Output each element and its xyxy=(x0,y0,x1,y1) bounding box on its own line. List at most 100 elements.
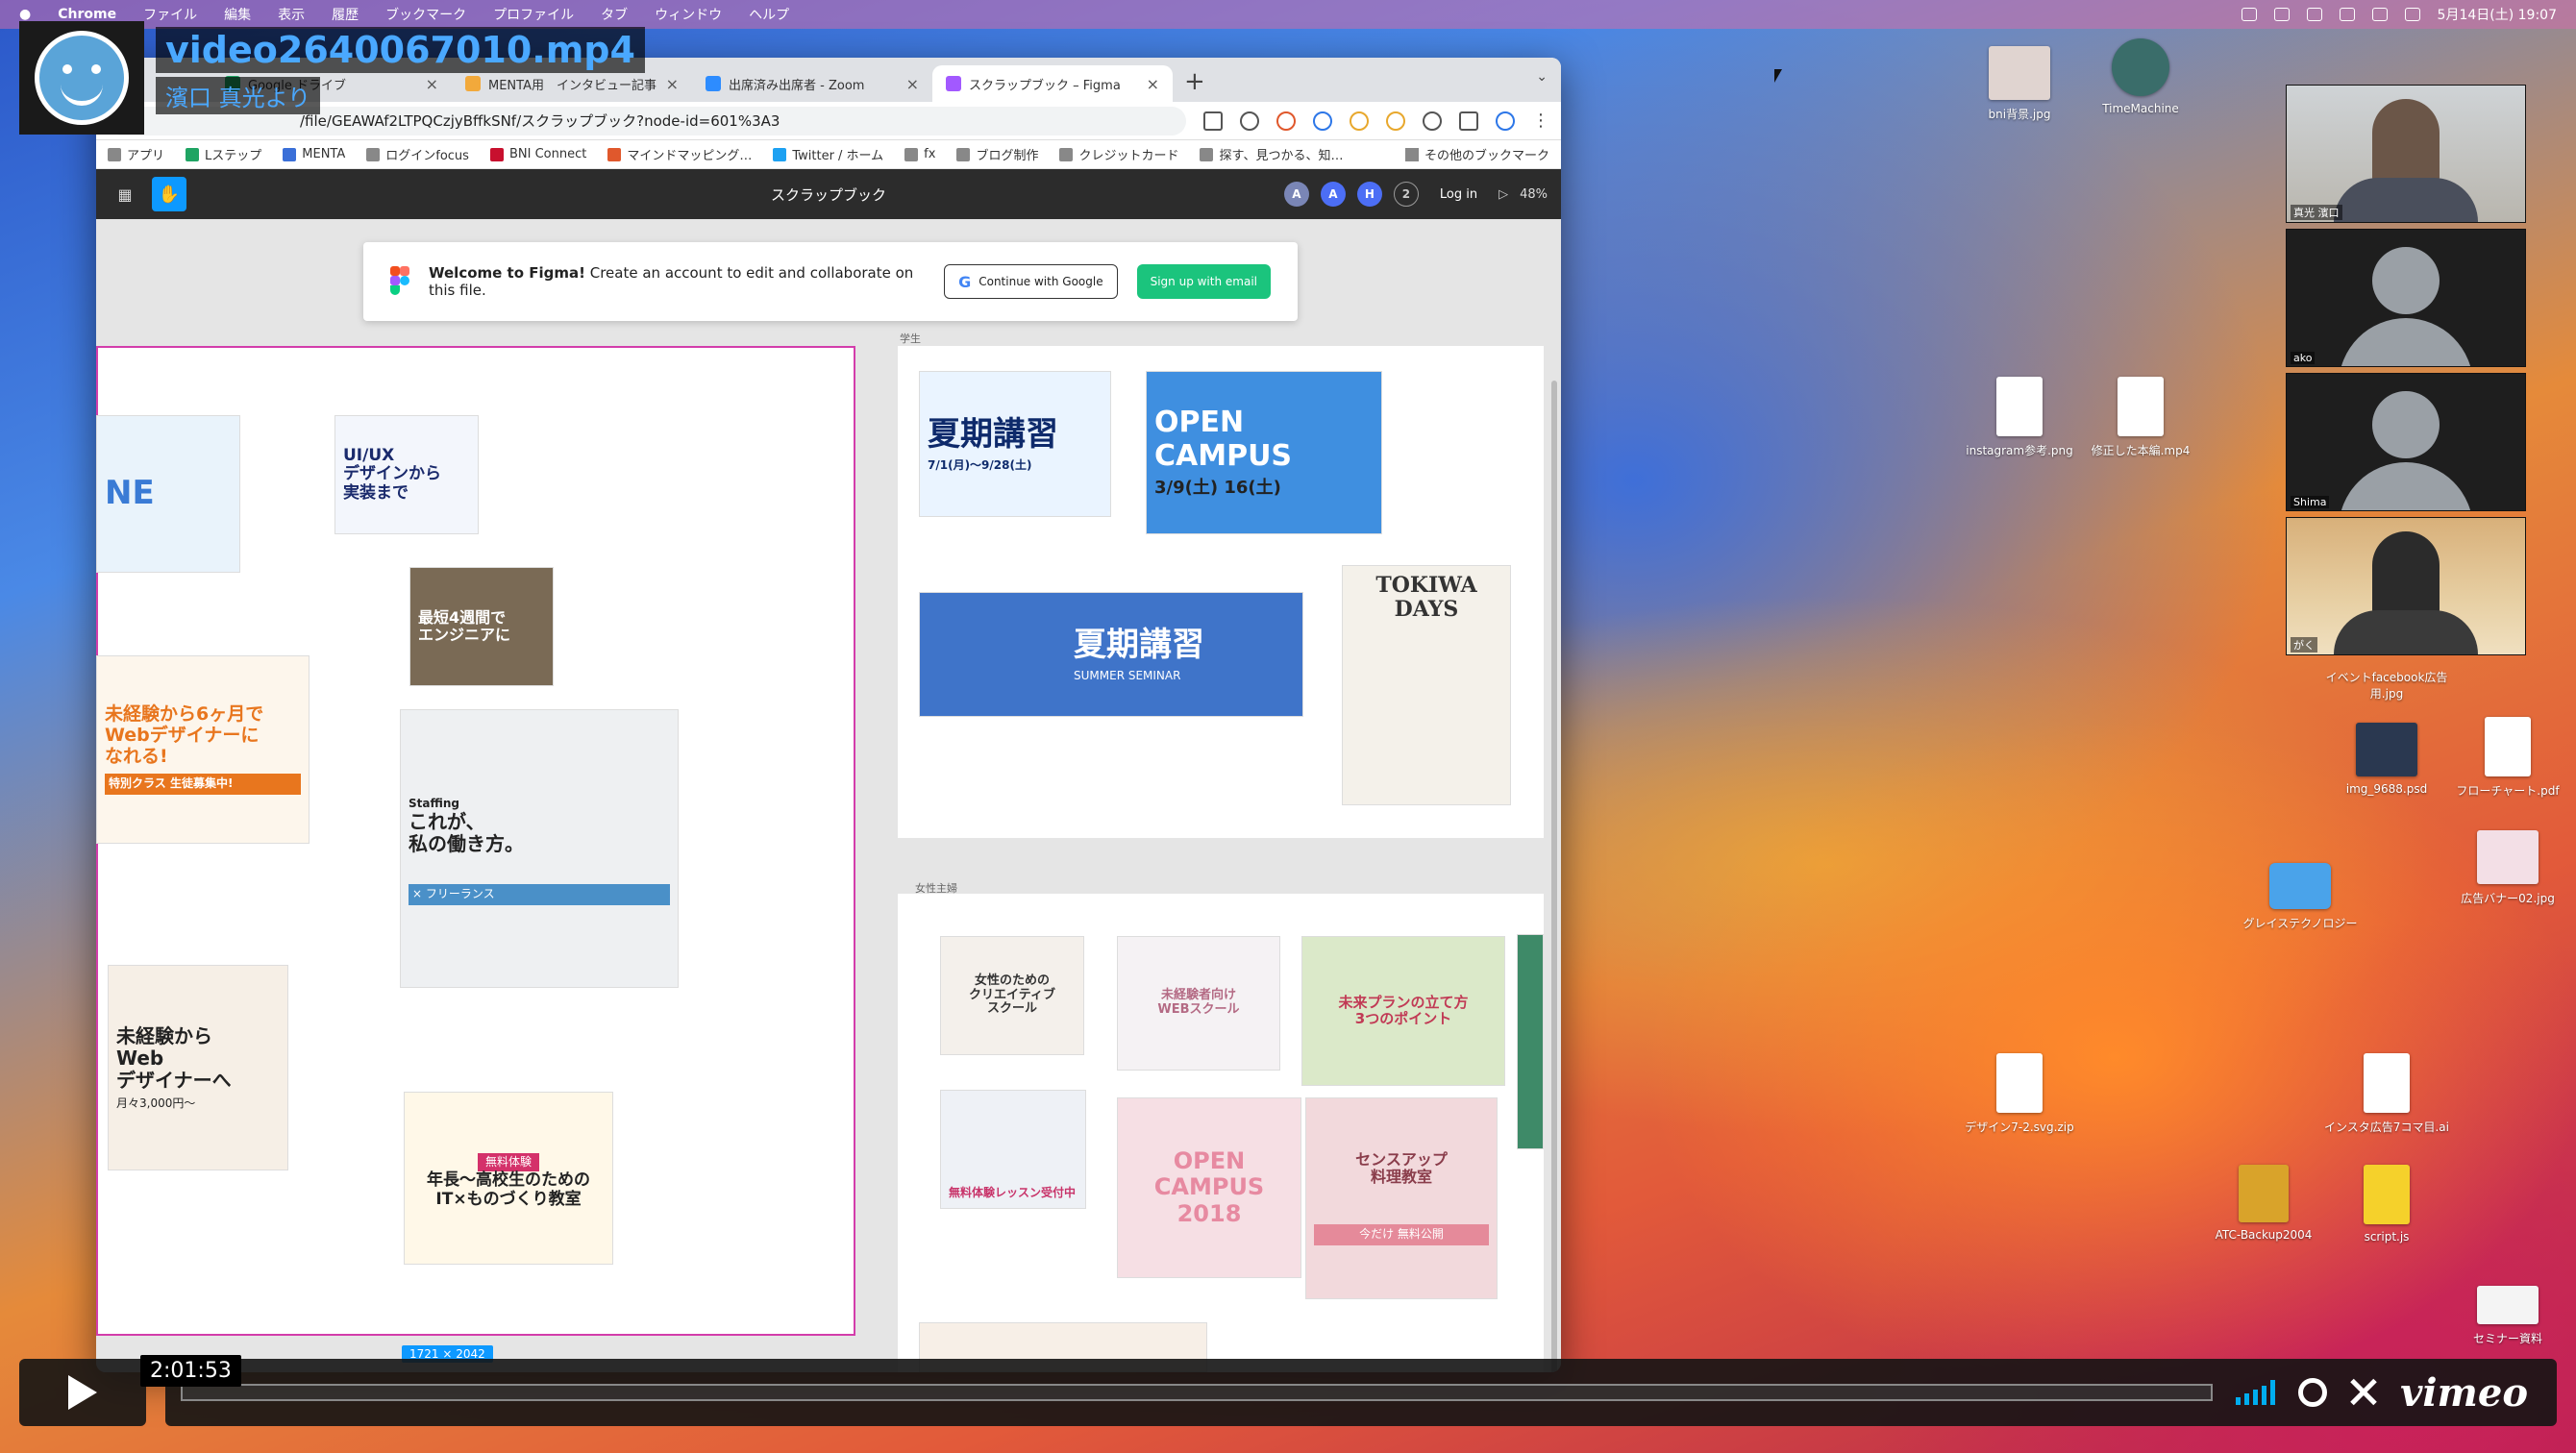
figma-canvas[interactable]: Welcome to Figma! Create an account to e… xyxy=(96,219,1561,1372)
participant-tile[interactable]: 真光 濱口 xyxy=(2286,85,2526,223)
menubar-app-name[interactable]: Chrome xyxy=(58,7,116,22)
participant-tile[interactable]: ako xyxy=(2286,229,2526,367)
more-icon[interactable]: ⋮ xyxy=(1532,111,1549,131)
canvas-vertical-scrollbar[interactable] xyxy=(1551,381,1557,1372)
menubar-item-window[interactable]: ウィンドウ xyxy=(655,5,722,24)
desktop-icon-facebook-ad[interactable]: イベントfacebook広告用.jpg xyxy=(2315,669,2459,702)
banner-uiux[interactable]: UI/UX デザインから 実装まで xyxy=(334,415,479,534)
artboard-frame-left[interactable]: NE UI/UX デザインから 実装まで 最短4週間で エンジニアに 未経験から… xyxy=(96,346,855,1336)
hand-tool-icon[interactable]: ✋ xyxy=(152,177,186,211)
fullscreen-icon[interactable] xyxy=(2350,1379,2377,1406)
desktop-icon-seminar[interactable]: セミナー資料 xyxy=(2436,1286,2576,1346)
extension-icon[interactable] xyxy=(1313,111,1332,131)
sign-up-email-button[interactable]: Sign up with email xyxy=(1136,264,1271,299)
bookmark-mindmap[interactable]: マインドマッピング… xyxy=(607,145,752,163)
bookmark-lstep[interactable]: Lステップ xyxy=(186,145,261,163)
continue-with-google-button[interactable]: G Continue with Google xyxy=(944,264,1118,299)
banner-staffing[interactable]: Staffing これが、 私の働き方。 × フリーランス xyxy=(400,709,679,988)
control-center-icon[interactable] xyxy=(2404,8,2420,21)
participant-tile[interactable]: がく xyxy=(2286,517,2526,655)
bookmark-credit[interactable]: クレジットカード xyxy=(1059,145,1178,163)
bookmark-search[interactable]: 探す、見つかる、知… xyxy=(1200,145,1343,163)
banner-tokiwa[interactable]: TOKIWA DAYS xyxy=(1342,565,1511,805)
banner-open-campus[interactable]: OPEN CAMPUS 3/9(土) 16(土) xyxy=(1146,371,1382,534)
tab-figma-scrapbook[interactable]: スクラップブック – Figma × xyxy=(932,65,1173,102)
desktop-icon-ai[interactable]: インスタ広告7コマ目.ai xyxy=(2315,1053,2459,1135)
progress-bar[interactable] xyxy=(181,1384,2214,1401)
bookmark-bni[interactable]: BNI Connect xyxy=(489,147,586,161)
collaborator-avatar[interactable]: H xyxy=(1356,182,1382,207)
share-icon[interactable] xyxy=(1203,111,1223,131)
close-icon[interactable]: × xyxy=(906,75,919,93)
bookmark-fx[interactable]: fx xyxy=(904,147,935,161)
chevron-down-icon[interactable]: ⌄ xyxy=(1536,69,1548,85)
banner-line[interactable]: NE xyxy=(96,415,240,573)
close-icon[interactable]: × xyxy=(666,75,679,93)
search-icon[interactable] xyxy=(2371,8,2388,21)
figma-file-title[interactable]: スクラップブック xyxy=(771,185,886,205)
collaborator-count[interactable]: 2 xyxy=(1393,182,1419,207)
banner-women-8[interactable] xyxy=(1517,934,1544,1149)
vimeo-logo[interactable]: vimeo xyxy=(2400,1370,2541,1416)
banner-webdesigner[interactable]: 未経験から Web デザイナーへ 月々3,000円～ xyxy=(108,965,288,1170)
login-button[interactable]: Log in xyxy=(1430,187,1487,202)
banner-women-3[interactable]: 未来プランの立て方 3つのポイント xyxy=(1301,936,1505,1086)
bookmark-other[interactable]: その他のブックマーク xyxy=(1404,145,1549,163)
tab-zoom[interactable]: 出席済み出席者 - Zoom × xyxy=(692,65,932,102)
wifi-icon[interactable] xyxy=(2339,8,2355,21)
apple-icon[interactable]: ● xyxy=(19,7,31,22)
banner-women-1[interactable]: 女性のための クリエイティブ スクール xyxy=(940,936,1084,1055)
menubar-item-help[interactable]: ヘルプ xyxy=(749,5,789,24)
desktop-icon-flowchart[interactable]: フローチャート.pdf xyxy=(2436,717,2576,799)
uploader-avatar[interactable] xyxy=(19,21,144,135)
banner-kaki-2[interactable]: 夏期講習 SUMMER SEMINAR xyxy=(919,592,1303,717)
banner-lig[interactable]: 未経験から6ヶ月で Webデザイナーに なれる! 特別クラス 生徒募集中! xyxy=(96,655,310,844)
desktop-icon-grace-folder[interactable]: グレイステクノロジー xyxy=(2228,863,2372,931)
close-icon[interactable]: × xyxy=(1147,75,1159,93)
play-button[interactable] xyxy=(19,1359,146,1426)
desktop-icon-timemachine[interactable]: TimeMachine xyxy=(2068,38,2213,115)
banner-kaki-1[interactable]: 夏期講習 7/1(月)～9/28(土) xyxy=(919,371,1111,517)
zoom-level[interactable]: 48% xyxy=(1520,187,1548,202)
video-uploader[interactable]: 濱口 真光より xyxy=(156,77,321,114)
banner-litalico[interactable]: 無料体験 年長～高校生のための IT×ものづくり教室 xyxy=(404,1092,613,1265)
collaborator-avatar[interactable]: A xyxy=(1320,182,1346,207)
figma-menu-icon[interactable]: ▦ xyxy=(108,180,142,209)
menubar-clock[interactable]: 5月14日(土) 19:07 xyxy=(2438,5,2557,24)
banner-women-6[interactable]: センスアップ 料理教室 今だけ 無料公開 xyxy=(1305,1097,1498,1299)
bluetooth-icon[interactable] xyxy=(2306,8,2322,21)
metamask-icon[interactable] xyxy=(1350,111,1369,131)
bookmark-star-icon[interactable] xyxy=(1240,111,1259,131)
extension-icon[interactable] xyxy=(1386,111,1405,131)
bookmark-focus[interactable]: ログインfocus xyxy=(366,145,469,163)
battery-icon[interactable] xyxy=(2273,8,2290,21)
participant-tile[interactable]: Shima xyxy=(2286,373,2526,511)
artboard-frame-women[interactable]: 女性のための クリエイティブ スクール 未経験者向け WEBスクール 未来プラン… xyxy=(898,894,1544,1372)
bookmark-apps[interactable]: アプリ xyxy=(108,145,164,163)
puzzle-icon[interactable] xyxy=(1423,111,1442,131)
screen-record-icon[interactable] xyxy=(2241,8,2257,21)
bookmark-menta[interactable]: MENTA xyxy=(283,147,345,161)
settings-gear-icon[interactable] xyxy=(2298,1378,2328,1407)
banner-subtext: 特別クラス 生徒募集中! xyxy=(105,773,301,795)
bookmark-blog[interactable]: ブログ制作 xyxy=(956,145,1038,163)
volume-icon[interactable] xyxy=(2236,1380,2276,1405)
banner-women-4[interactable]: 無料体験レッスン受付中 xyxy=(940,1090,1086,1209)
banner-engineer[interactable]: 最短4週間で エンジニアに xyxy=(409,567,554,686)
new-tab-button[interactable]: + xyxy=(1173,67,1217,102)
desktop-icon-video[interactable]: 修正した本編.mp4 xyxy=(2068,377,2213,458)
extension-camera-icon[interactable] xyxy=(1276,111,1296,131)
artboard-frame-students[interactable]: 夏期講習 7/1(月)～9/28(土) OPEN CAMPUS 3/9(土) 16(… xyxy=(898,346,1544,838)
video-title[interactable]: video2640067010.mp4 xyxy=(156,27,645,73)
sidepanel-icon[interactable] xyxy=(1459,111,1478,131)
desktop-icon-zip[interactable]: デザイン7-2.svg.zip xyxy=(1947,1053,2092,1135)
banner-women-2[interactable]: 未経験者向け WEBスクール xyxy=(1117,936,1280,1071)
desktop-icon-banner02[interactable]: 広告バナー02.jpg xyxy=(2436,830,2576,906)
profile-icon[interactable] xyxy=(1496,111,1515,131)
frame-label-students[interactable]: 学生 xyxy=(900,331,921,346)
present-play-icon[interactable]: ▷ xyxy=(1499,187,1508,202)
bookmark-twitter[interactable]: Twitter / ホーム xyxy=(773,145,883,163)
desktop-icon-script[interactable]: script.js xyxy=(2315,1165,2459,1244)
collaborator-avatar[interactable]: A xyxy=(1283,182,1309,207)
banner-women-5[interactable]: OPEN CAMPUS 2018 xyxy=(1117,1097,1301,1278)
